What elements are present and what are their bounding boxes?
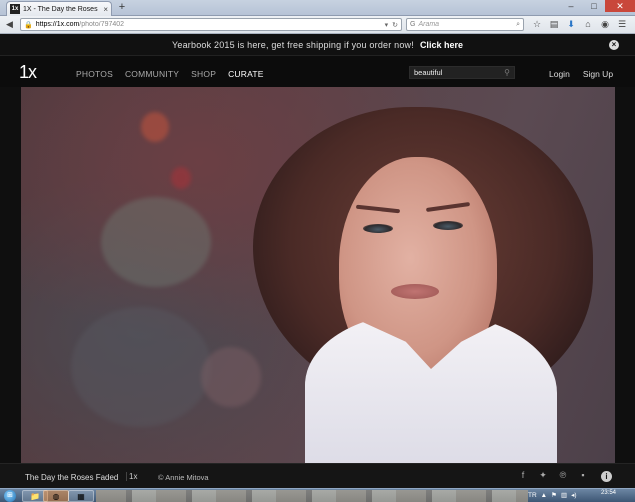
photo-foliage [201,347,261,407]
browser-search-bar[interactable]: G ⌕ [406,18,524,31]
photo-stage [0,87,635,463]
site-search[interactable]: ⚲ [409,66,515,79]
clipboard-icon[interactable]: ▤ [547,18,561,31]
caption-bar: The Day the Roses Faded 1x © Annie Mitov… [0,463,635,488]
browser-tab-strip: 1x 1X - The Day the Roses Fad... × + – □… [0,0,635,16]
site-logo[interactable]: 1x [19,62,37,83]
volume-icon[interactable]: ◂) [571,491,576,499]
minimize-button[interactable]: – [560,0,582,12]
close-icon[interactable]: × [609,40,619,50]
tab-title: 1X - The Day the Roses Fad... [23,5,100,13]
browser-toolbar-icons: ☆ ▤ ⬇ ⌂ ◉ ☰ [530,18,629,31]
login-link[interactable]: Login [549,69,570,79]
photo-foliage [101,197,211,287]
dropdown-arrow-icon[interactable]: ▾ [385,21,389,29]
facebook-icon[interactable]: f [518,470,528,481]
photo-rose [171,167,191,189]
photo-author[interactable]: © Annie Mitova [158,473,209,482]
firefox-taskbar-icon[interactable]: ◍ [43,490,69,502]
tab-close-icon[interactable]: × [103,5,108,14]
home-icon[interactable]: ⌂ [581,18,595,31]
search-engine-icon[interactable]: G [410,21,415,28]
search-icon[interactable]: ⚲ [504,68,510,77]
star-icon[interactable]: ☆ [530,18,544,31]
close-window-button[interactable]: ✕ [605,0,635,12]
language-indicator[interactable]: TR [528,492,537,499]
search-icon[interactable]: ⌕ [516,21,520,29]
url-text[interactable]: https://1x.com/photo/797402 [36,21,381,28]
lock-icon: 🔒 [24,21,33,29]
info-icon[interactable]: i [601,471,612,482]
promo-link[interactable]: Click here [420,40,463,50]
1x-favicon-icon: 1x [10,4,20,14]
nav-shop[interactable]: SHOP [191,69,216,79]
browser-tab[interactable]: 1x 1X - The Day the Roses Fad... × [6,1,112,16]
network-icon[interactable]: ▥ [561,491,567,499]
start-button[interactable]: ⊞ [4,490,16,502]
share-icons: f ✦ ℗ ▪ [518,470,588,481]
chat-icon[interactable]: ◉ [598,18,612,31]
photo-lips [391,284,439,299]
1x-badge: 1x [126,472,137,481]
flag-icon[interactable]: ⚑ [551,491,557,499]
twitter-icon[interactable]: ✦ [538,470,548,481]
nav-photos[interactable]: PHOTOS [76,69,113,79]
photo-eye [433,221,463,230]
main-nav: PHOTOS COMMUNITY SHOP CURATE [76,69,264,79]
promo-banner: Yearbook 2015 is here, get free shipping… [0,35,635,55]
windows-taskbar: ⊞ 📁 ◍ ▦ TR ▲ ⚑ ▥ ◂) 23:54 [0,488,635,502]
app-taskbar-icon[interactable]: ▦ [68,490,94,502]
nav-curate[interactable]: CURATE [228,69,264,79]
maximize-button[interactable]: □ [583,0,605,12]
nav-community[interactable]: COMMUNITY [125,69,179,79]
browser-navbar: ◀ 🔒 https://1x.com/photo/797402 ▾ ↻ G ⌕ … [0,16,635,34]
taskbar-thumbnail-strip [96,490,528,502]
photo-title[interactable]: The Day the Roses Faded [25,473,118,482]
pinterest-icon[interactable]: ℗ [558,470,568,481]
menu-icon[interactable]: ☰ [615,18,629,31]
site-search-input[interactable] [414,68,505,77]
signup-link[interactable]: Sign Up [583,69,613,79]
photo-rose [141,112,169,142]
promo-text: Yearbook 2015 is here, get free shipping… [172,40,414,50]
clock[interactable]: 23:54 [601,490,616,496]
new-tab-button[interactable]: + [116,1,128,14]
main-photo[interactable] [21,87,615,463]
browser-search-input[interactable] [418,21,517,28]
auth-links: Login Sign Up [549,69,613,79]
photo-eye [363,224,393,233]
site-header: 1x PHOTOS COMMUNITY SHOP CURATE ⚲ Login … [0,55,635,87]
comment-icon[interactable]: ▪ [578,470,588,481]
arrow-icon[interactable]: ▲ [541,492,547,499]
download-icon[interactable]: ⬇ [564,18,578,31]
reload-icon[interactable]: ↻ [392,21,398,29]
photo-foliage [71,307,211,427]
url-bar[interactable]: 🔒 https://1x.com/photo/797402 ▾ ↻ [20,18,402,31]
back-arrow-icon[interactable]: ◀ [3,18,16,31]
system-tray: TR ▲ ⚑ ▥ ◂) [528,491,577,500]
